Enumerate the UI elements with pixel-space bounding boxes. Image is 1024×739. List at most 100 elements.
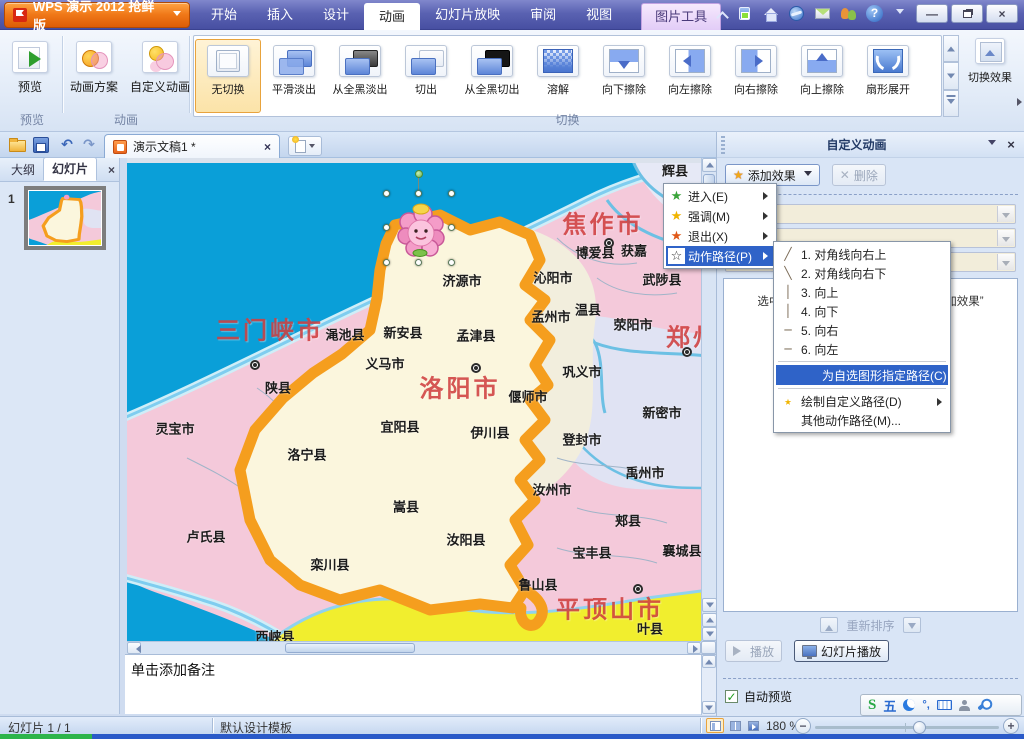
ime-sogou-icon[interactable]: S [868, 697, 876, 714]
collapse-ribbon-icon[interactable] [717, 10, 727, 18]
horizontal-scroll-thumb[interactable] [285, 643, 415, 653]
transition-item[interactable]: 从全黑切出 [459, 39, 525, 113]
gallery-more-icon[interactable] [943, 90, 959, 117]
auto-preview-checkbox[interactable]: ✓ [725, 690, 738, 703]
play-button[interactable]: 播放 [725, 640, 782, 662]
horizontal-scrollbar[interactable] [127, 641, 701, 654]
menu-tab[interactable]: 开始 [196, 0, 252, 30]
scroll-left-icon[interactable] [127, 642, 141, 654]
menu-tab[interactable]: 审阅 [515, 0, 571, 30]
close-pane-icon[interactable]: × [1002, 137, 1020, 152]
ime-settings-icon[interactable] [977, 699, 990, 710]
context-menu-item[interactable]: ★ 退出(X) [666, 226, 774, 246]
slide-thumbnail[interactable] [24, 186, 106, 250]
submenu-item[interactable]: │ 3. 向上 [776, 283, 948, 301]
submenu-item[interactable]: ★ 绘制自定义路径(D) [776, 392, 948, 410]
flyout-arrow-icon[interactable] [1017, 98, 1024, 106]
document-tab[interactable]: 演示文稿1 * × [104, 134, 280, 158]
zoom-in-button[interactable]: + [1003, 718, 1019, 734]
submenu-item[interactable]: ╲ 2. 对角线向右下 [776, 264, 948, 282]
context-menu-item[interactable]: ☆ 动作路径(P) [666, 246, 774, 266]
ime-keyboard-icon[interactable] [937, 700, 952, 710]
notes-scrollbar[interactable] [701, 655, 716, 715]
submenu-item[interactable]: ─ 5. 向右 [776, 321, 948, 339]
menu-tab[interactable]: 设计 [308, 0, 364, 30]
close-document-icon[interactable]: × [264, 140, 271, 154]
submenu-item[interactable]: 为自选图形指定路径(C) [776, 365, 948, 385]
resize-handle[interactable] [383, 259, 390, 266]
transition-item[interactable]: 无切换 [195, 39, 261, 113]
zoom-slider-thumb[interactable] [913, 721, 926, 734]
ime-user-icon[interactable] [959, 700, 970, 711]
tab-picture-tools[interactable]: 图片工具 [641, 3, 721, 30]
ime-wubi-icon[interactable]: 五 [883, 696, 896, 715]
zoom-out-button[interactable]: − [795, 718, 811, 734]
resize-handle[interactable] [415, 190, 422, 197]
transition-effects-button[interactable]: 切换效果 [964, 38, 1016, 85]
scroll-down-icon[interactable] [702, 598, 717, 612]
tab-slides[interactable]: 幻灯片 [43, 157, 97, 181]
chevron-down-icon[interactable] [896, 9, 904, 18]
view-sorter-button[interactable] [726, 718, 744, 733]
menu-tab[interactable]: 视图 [571, 0, 627, 30]
context-menu-item[interactable]: ★ 强调(M) [666, 206, 774, 226]
wps-app-button[interactable]: WPS 演示 2012 抢鲜版 [4, 2, 190, 28]
resize-handle[interactable] [448, 190, 455, 197]
users-icon[interactable] [840, 5, 857, 22]
submenu-item[interactable]: ─ 6. 向左 [776, 340, 948, 358]
save-icon[interactable] [32, 136, 50, 153]
open-folder-icon[interactable] [8, 136, 26, 153]
gallery-scroll-down-icon[interactable] [943, 62, 959, 89]
submenu-item[interactable] [778, 361, 946, 362]
preview-button[interactable]: 预览 [8, 38, 52, 98]
context-menu-item[interactable]: ★ 进入(E) [666, 186, 774, 206]
submenu-item[interactable] [778, 388, 946, 389]
restore-button[interactable] [951, 4, 983, 23]
submenu-item[interactable]: ╱ 1. 对角线向右上 [776, 245, 948, 263]
previous-slide-icon[interactable] [702, 613, 717, 627]
menu-tab[interactable]: 幻灯片放映 [420, 0, 515, 30]
desktop-icon[interactable] [736, 5, 753, 22]
view-normal-button[interactable] [706, 718, 724, 733]
reorder-down-button[interactable] [903, 617, 921, 633]
animation-button[interactable]: 自定义动画 [126, 38, 194, 98]
rotate-handle[interactable] [415, 170, 423, 178]
scroll-up-icon[interactable] [702, 158, 717, 172]
reorder-up-button[interactable] [820, 617, 838, 633]
resize-handle[interactable] [448, 224, 455, 231]
resize-handle[interactable] [383, 190, 390, 197]
slide-canvas[interactable]: 三门峡市焦作市洛阳市平顶山市郑州辉县济源市沁阳市博爱县获嘉武陟县孟州市温县荥阳市… [127, 158, 701, 641]
selection-box[interactable] [387, 194, 451, 262]
view-slideshow-button[interactable] [744, 718, 762, 733]
ime-punctuation-icon[interactable]: °, [922, 699, 929, 711]
zoom-slider[interactable] [815, 726, 999, 729]
slideshow-button[interactable]: 幻灯片播放 [794, 640, 889, 662]
delete-button[interactable]: ✕ 删除 [832, 164, 886, 186]
transition-item[interactable]: 从全黑淡出 [327, 39, 393, 113]
transition-item[interactable]: 溶解 [525, 39, 591, 113]
mail-icon[interactable] [814, 5, 831, 22]
transition-item[interactable]: 向上擦除 [789, 39, 855, 113]
menu-tab[interactable]: 动画 [364, 3, 420, 30]
submenu-item[interactable]: 其他动作路径(M)... [776, 411, 948, 429]
next-slide-icon[interactable] [702, 627, 717, 641]
gallery-scroll-up-icon[interactable] [943, 35, 959, 62]
scroll-down-icon[interactable] [702, 701, 716, 714]
notes-pane[interactable]: 单击添加备注 [125, 654, 716, 714]
transition-item[interactable]: 平滑淡出 [261, 39, 327, 113]
submenu-item[interactable]: │ 4. 向下 [776, 302, 948, 320]
close-sidebar-icon[interactable]: × [108, 163, 115, 177]
transition-item[interactable]: 切出 [393, 39, 459, 113]
resize-handle[interactable] [383, 224, 390, 231]
close-button[interactable]: × [986, 4, 1018, 23]
scroll-right-icon[interactable] [687, 642, 701, 654]
undo-icon[interactable]: ↶ [58, 136, 76, 153]
resize-handle[interactable] [448, 259, 455, 266]
globe-icon[interactable] [788, 5, 805, 22]
tab-outline[interactable]: 大纲 [3, 159, 43, 181]
transition-item[interactable]: 向右擦除 [723, 39, 789, 113]
help-icon[interactable]: ? [866, 5, 883, 22]
ime-mode-moon-icon[interactable] [903, 699, 915, 711]
minimize-button[interactable]: — [916, 4, 948, 23]
resize-handle[interactable] [415, 259, 422, 266]
